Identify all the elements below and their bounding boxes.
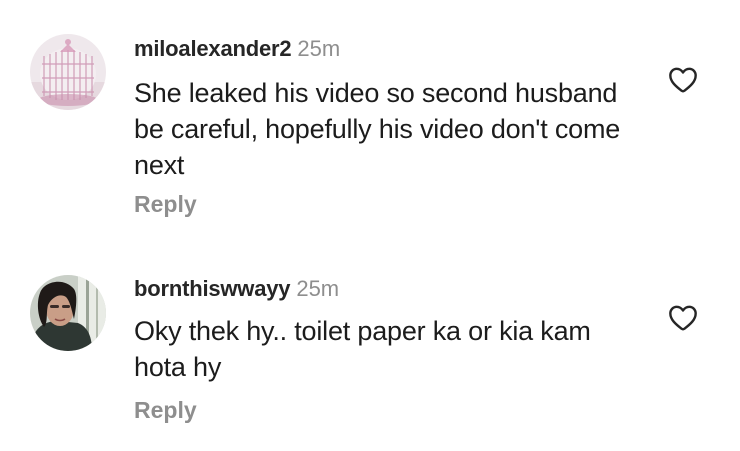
comment-item: miloalexander2 25m She leaked his video s… — [0, 0, 740, 236]
avatar-image — [30, 275, 106, 351]
reply-button[interactable]: Reply — [134, 190, 197, 218]
like-button[interactable] — [666, 64, 700, 96]
comment-header: bornthiswwayy 25m — [134, 276, 339, 302]
avatar[interactable] — [30, 275, 106, 351]
timestamp: 25m — [297, 36, 341, 61]
comment-item: bornthiswwayy 25m Oky thek hy.. toilet pa… — [0, 236, 740, 451]
avatar[interactable] — [30, 34, 106, 110]
heart-outline-icon — [669, 67, 697, 93]
reply-button[interactable]: Reply — [134, 396, 197, 424]
like-button[interactable] — [666, 302, 700, 334]
comment-text: Oky thek hy.. toilet paper ka or kia kam… — [134, 316, 591, 382]
timestamp: 25m — [296, 276, 340, 301]
comment-text: She leaked his video so second husband b… — [134, 78, 621, 180]
comment-header: miloalexander2 25m — [134, 36, 340, 62]
username[interactable]: bornthiswwayy — [134, 276, 291, 301]
avatar-image — [30, 34, 106, 110]
heart-outline-icon — [669, 305, 697, 331]
username[interactable]: miloalexander2 — [134, 36, 292, 61]
